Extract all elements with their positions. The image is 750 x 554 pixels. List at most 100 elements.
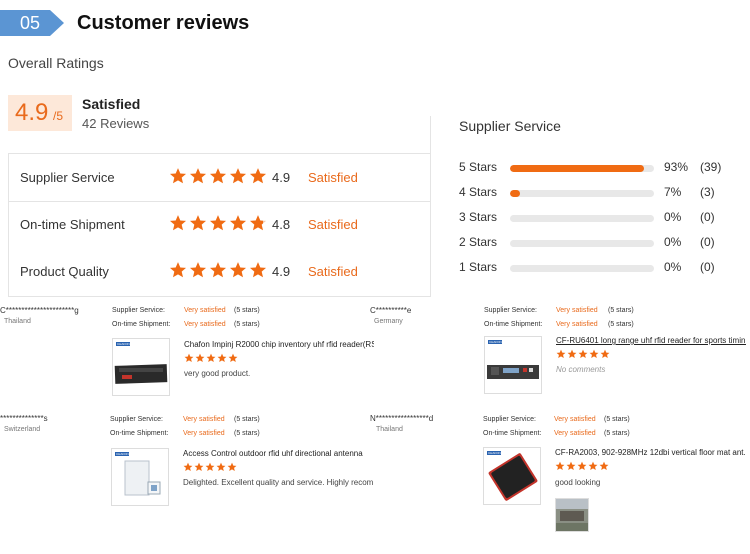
distribution-label: 5 Stars	[459, 160, 498, 174]
rating-row-supplier-service[interactable]: Supplier Service 4.9 Satisfied	[9, 154, 431, 202]
rating-name: Product Quality	[20, 264, 109, 279]
star-icon	[229, 215, 247, 231]
supplier-service-label: Supplier Service:	[112, 307, 165, 314]
star-icon	[169, 168, 187, 184]
star-icon	[600, 349, 610, 359]
distribution-bar	[510, 240, 654, 247]
star-icon	[183, 462, 193, 472]
brand-logo: CHAFON	[488, 451, 501, 455]
brand-logo: CHAFON	[117, 342, 130, 346]
supplier-service-value: Very satisfied	[183, 416, 225, 423]
supplier-service-label: Supplier Service:	[484, 307, 537, 314]
star-icon	[195, 353, 205, 363]
product-thumbnail[interactable]: CHAFON	[112, 338, 170, 396]
product-name[interactable]: Access Control outdoor rfid uhf directio…	[183, 449, 373, 458]
rating-value: 4.8	[272, 217, 291, 232]
supplier-service-stars: (5 stars)	[234, 307, 260, 314]
distribution-bar-fill	[510, 165, 644, 172]
section-number: 05	[19, 13, 41, 33]
star-icon	[194, 462, 204, 472]
distribution-row-1: 1 Stars 0% (0)	[459, 258, 739, 278]
overall-score-suffix: /5	[53, 109, 64, 123]
product-thumbnail[interactable]: CHAFON	[111, 448, 169, 506]
distribution-count: (3)	[700, 185, 715, 199]
distribution-row-5: 5 Stars 93% (39)	[459, 158, 739, 178]
rating-stars	[169, 261, 267, 279]
reviewer-country: Thailand	[376, 426, 403, 433]
star-icon	[578, 349, 588, 359]
star-icon	[205, 462, 215, 472]
product-name[interactable]: CF-RA2003, 902-928MHz 12dbi vertical flo…	[555, 448, 745, 457]
reviewer-name: C**********e	[370, 306, 412, 315]
star-icon	[588, 461, 598, 471]
page-title: Customer reviews	[77, 12, 250, 34]
product-thumbnail[interactable]: CHAFON	[484, 336, 542, 394]
overall-score: 4.9	[15, 99, 49, 126]
star-icon	[216, 462, 226, 472]
distribution-count: (39)	[700, 160, 722, 174]
review-photo[interactable]	[555, 498, 589, 532]
review-comment: very good product.	[184, 369, 251, 378]
reviewer-name: **************s	[0, 414, 48, 423]
review-stars	[183, 462, 237, 472]
shipment-label: On-time Shipment:	[483, 430, 542, 437]
review-comment: No comments	[556, 365, 606, 374]
rating-row-product-quality[interactable]: Product Quality 4.9 Satisfied	[9, 248, 431, 295]
distribution-label: 1 Stars	[459, 260, 498, 274]
distribution-label: 2 Stars	[459, 235, 498, 249]
shipment-value: Very satisfied	[184, 321, 226, 328]
distribution-bar-fill	[510, 190, 521, 197]
star-icon	[589, 349, 599, 359]
star-icon	[209, 262, 227, 278]
rating-name: On-time Shipment	[20, 217, 125, 232]
review-item: N*****************d Thailand Supplier Se…	[370, 414, 745, 544]
star-icon	[209, 215, 227, 231]
rating-row-on-time-shipment[interactable]: On-time Shipment 4.8 Satisfied	[9, 201, 431, 248]
product-thumbnail[interactable]: CHAFON	[483, 447, 541, 505]
review-item: **************s Switzerland Supplier Ser…	[0, 414, 375, 544]
distribution-bar	[510, 265, 654, 272]
distribution-percent: 0%	[664, 210, 682, 224]
distribution-percent: 93%	[664, 160, 689, 174]
reviewer-name: C**********************g	[0, 306, 79, 315]
shipment-stars: (5 stars)	[234, 321, 260, 328]
reviewer-country: Switzerland	[4, 426, 41, 433]
brand-logo: CHAFON	[489, 340, 502, 344]
overall-status: Satisfied	[82, 96, 141, 112]
distribution-count: (0)	[700, 260, 715, 274]
distribution-title: Supplier Service	[459, 118, 561, 134]
shipment-stars: (5 stars)	[604, 430, 630, 437]
star-icon	[189, 262, 207, 278]
rating-status: Satisfied	[308, 217, 358, 232]
product-name[interactable]: Chafon Impinj R2000 chip inventory uhf r…	[184, 340, 374, 349]
review-comment: good looking	[555, 478, 601, 487]
supplier-service-stars: (5 stars)	[608, 307, 634, 314]
star-icon	[189, 168, 207, 184]
distribution-row-2: 2 Stars 0% (0)	[459, 233, 739, 253]
supplier-service-stars: (5 stars)	[234, 416, 260, 423]
distribution-percent: 0%	[664, 260, 682, 274]
distribution-label: 4 Stars	[459, 185, 498, 199]
star-icon	[184, 353, 194, 363]
supplier-service-label: Supplier Service:	[483, 416, 536, 423]
shipment-label: On-time Shipment:	[110, 430, 169, 437]
star-icon	[206, 353, 216, 363]
supplier-service-stars: (5 stars)	[604, 416, 630, 423]
star-icon	[249, 215, 267, 231]
star-icon	[169, 262, 187, 278]
shipment-value: Very satisfied	[554, 430, 596, 437]
product-name[interactable]: CF-RU6401 long range uhf rfid reader for…	[556, 336, 746, 345]
star-icon	[555, 461, 565, 471]
distribution-bar	[510, 165, 654, 172]
review-count: 42 Reviews	[82, 116, 150, 131]
star-icon	[169, 215, 187, 231]
star-icon	[577, 461, 587, 471]
reviewer-name: N*****************d	[370, 414, 434, 423]
shipment-value: Very satisfied	[556, 321, 598, 328]
distribution-bar	[510, 215, 654, 222]
overall-score-box: 4.9 /5	[8, 95, 72, 131]
distribution-row-4: 4 Stars 7% (3)	[459, 183, 739, 203]
review-stars	[184, 353, 238, 363]
review-stars	[556, 349, 610, 359]
star-icon	[229, 168, 247, 184]
